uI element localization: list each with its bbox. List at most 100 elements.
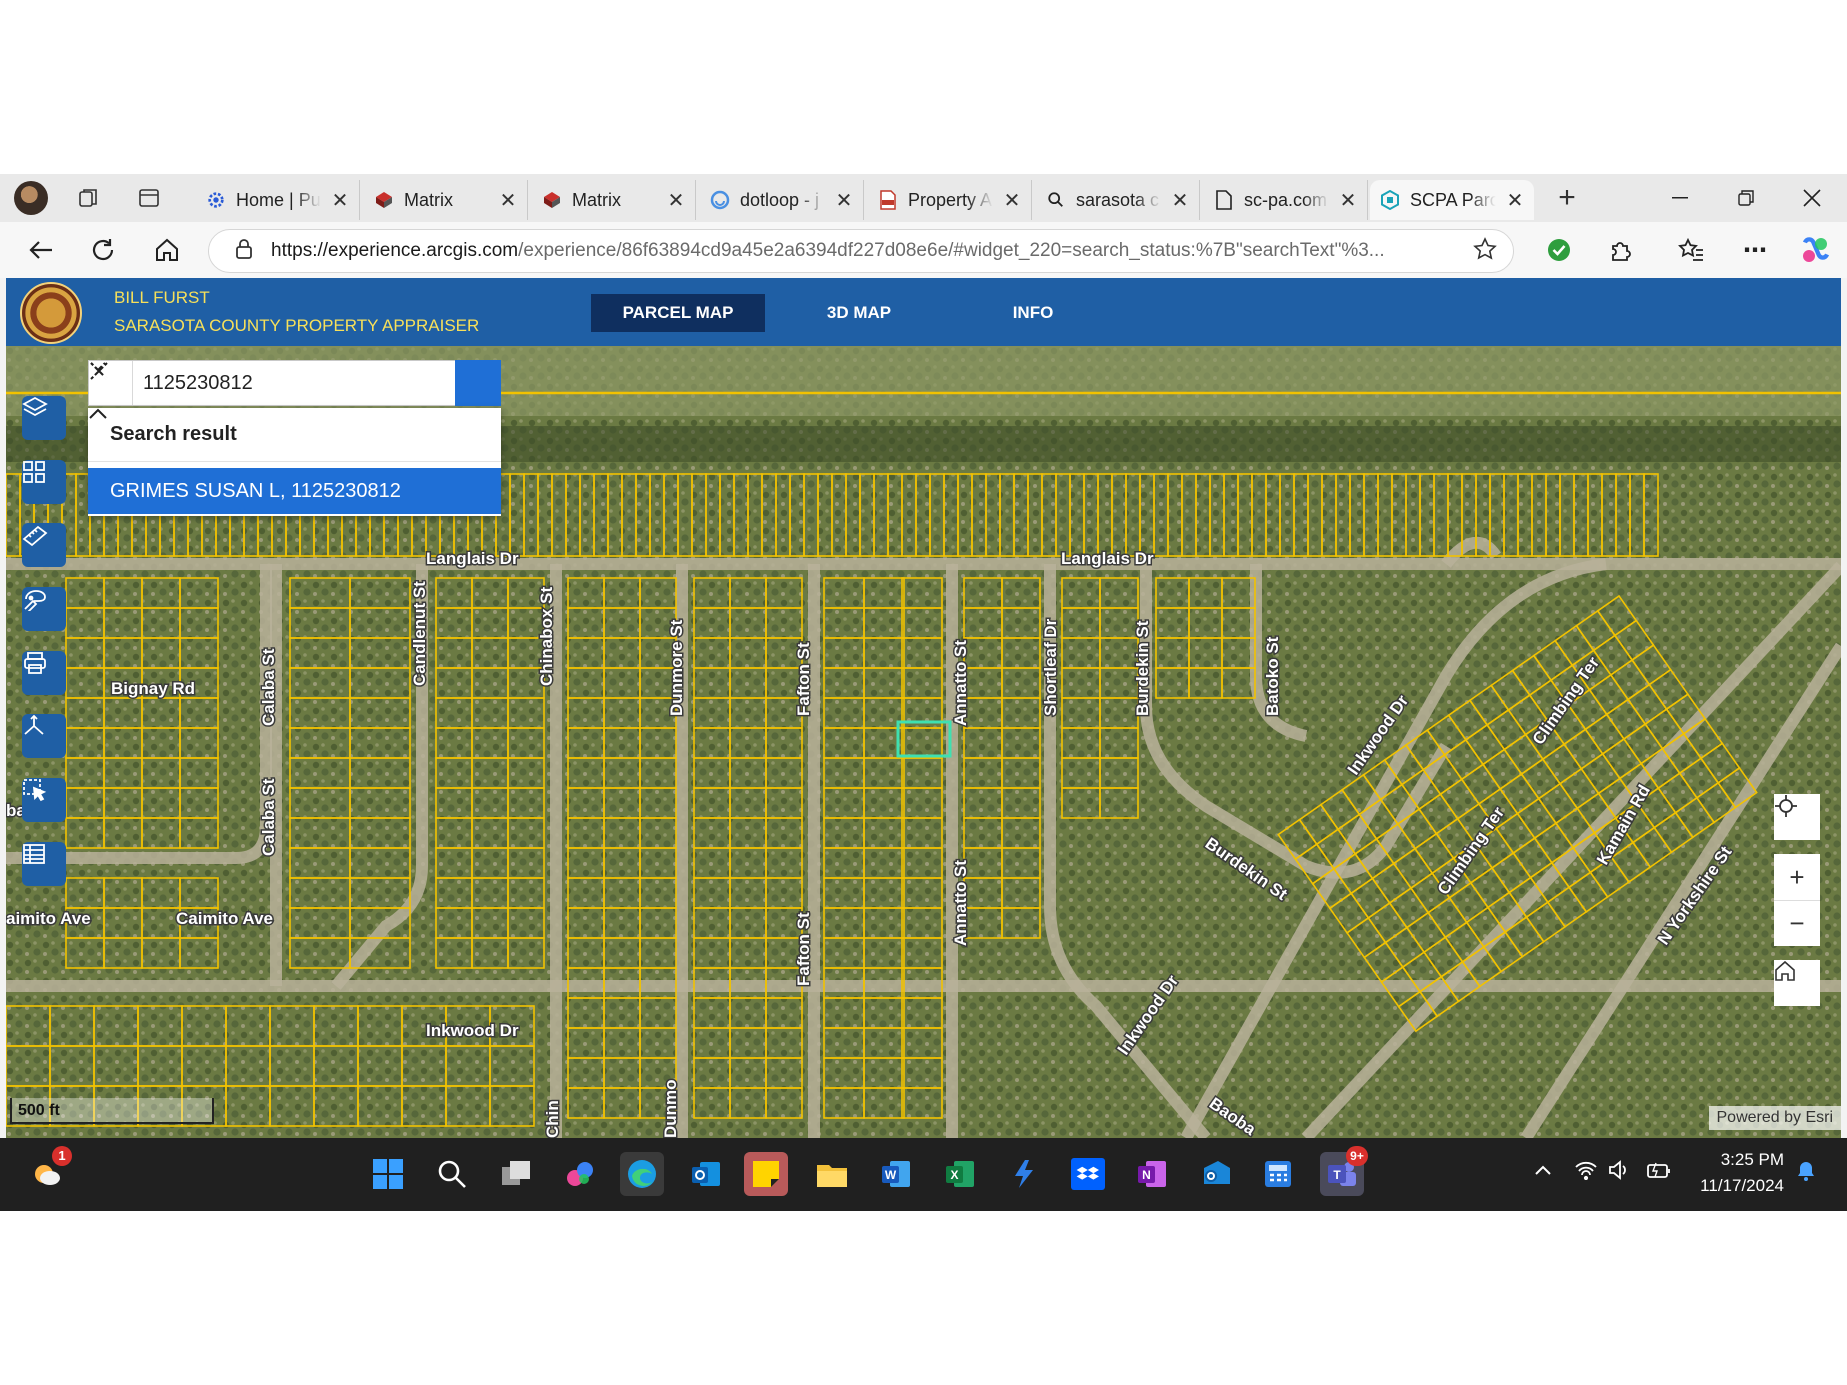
tab-scpa-parcel[interactable]: SCPA Parc ✕ xyxy=(1370,180,1534,220)
url-domain: https://experience.arcgis.com xyxy=(271,240,519,261)
copilot-icon[interactable] xyxy=(1796,232,1834,268)
street-label: Dunmo xyxy=(661,1079,680,1138)
street-label: Burdekin St xyxy=(1133,620,1152,716)
teams-icon[interactable]: T 9+ xyxy=(1320,1146,1368,1196)
back-icon[interactable] xyxy=(22,232,60,268)
default-extent-home-icon[interactable] xyxy=(1774,960,1820,1006)
onenote-icon[interactable]: N xyxy=(1130,1152,1174,1196)
battery-icon[interactable] xyxy=(1646,1160,1672,1185)
tab-info[interactable]: INFO xyxy=(946,294,1120,332)
search-icon xyxy=(1046,190,1066,210)
tab-home[interactable]: Home | Pu ✕ xyxy=(196,180,360,220)
outlook-icon[interactable] xyxy=(684,1152,728,1196)
layers-icon[interactable] xyxy=(22,396,66,440)
measure-icon[interactable] xyxy=(22,523,66,567)
task-view-icon[interactable] xyxy=(494,1152,538,1196)
weather-widget-icon[interactable]: 1 xyxy=(26,1146,72,1196)
copilot-app-icon[interactable] xyxy=(558,1152,602,1196)
outlook-new-icon[interactable] xyxy=(1194,1152,1238,1196)
lock-icon[interactable] xyxy=(235,238,253,265)
search-results-header[interactable]: Search result xyxy=(88,408,501,462)
taskbar-search-icon[interactable] xyxy=(430,1152,474,1196)
close-tab-icon[interactable]: ✕ xyxy=(835,188,853,213)
esri-attribution[interactable]: Powered by Esri xyxy=(1708,1106,1841,1130)
close-tab-icon[interactable]: ✕ xyxy=(1171,188,1189,213)
address-bar[interactable]: https://experience.arcgis.com/experience… xyxy=(208,229,1514,273)
zoom-in-button[interactable]: + xyxy=(1774,854,1820,900)
search-result-item[interactable]: GRIMES SUSAN L, 1125230812 xyxy=(88,468,501,514)
show-hidden-icons[interactable] xyxy=(1534,1160,1552,1181)
street-label: Langlais Dr xyxy=(1061,549,1154,568)
new-tab-icon[interactable]: + xyxy=(1550,181,1584,214)
favorite-star-icon[interactable] xyxy=(1473,236,1497,266)
clock-time[interactable]: 3:25 PM xyxy=(1690,1150,1784,1170)
close-tab-icon[interactable]: ✕ xyxy=(1003,188,1021,213)
street-label: Shortleaf Dr xyxy=(1041,618,1060,716)
tab-matrix-2[interactable]: Matrix ✕ xyxy=(532,180,696,220)
tab-dotloop[interactable]: dotloop - j ✕ xyxy=(700,180,864,220)
calculator-app-icon[interactable] xyxy=(1256,1152,1300,1196)
tab-sc-pa[interactable]: sc-pa.com ✕ xyxy=(1204,180,1368,220)
browser-toolbar: https://experience.arcgis.com/experience… xyxy=(0,222,1847,278)
volume-icon[interactable] xyxy=(1608,1160,1630,1185)
select-tool-icon[interactable] xyxy=(22,778,66,822)
close-tab-icon[interactable]: ✕ xyxy=(667,188,685,213)
attribute-table-icon[interactable] xyxy=(22,842,66,886)
clock-date[interactable]: 11/17/2024 xyxy=(1690,1176,1784,1196)
svg-text:W: W xyxy=(885,1168,897,1182)
svg-text:T: T xyxy=(1333,1168,1341,1182)
close-window-icon[interactable] xyxy=(1782,180,1842,216)
favorites-icon[interactable] xyxy=(1672,232,1710,268)
file-explorer-icon[interactable] xyxy=(810,1152,854,1196)
wifi-icon[interactable] xyxy=(1574,1160,1598,1185)
start-icon[interactable] xyxy=(366,1152,410,1196)
excel-icon[interactable]: X xyxy=(938,1152,982,1196)
screen: Home | Pu ✕ Matrix ✕ Matrix ✕ dotloop - … xyxy=(0,174,1847,1211)
search-input[interactable] xyxy=(133,361,409,405)
minimize-icon[interactable] xyxy=(1650,180,1710,216)
sticky-notes-icon[interactable] xyxy=(744,1152,788,1196)
edge-browser-icon[interactable] xyxy=(620,1152,664,1196)
locate-icon[interactable] xyxy=(1774,794,1820,840)
vertical-tabs-icon[interactable] xyxy=(132,182,166,214)
street-label: Batoko St xyxy=(1263,636,1282,716)
close-tab-icon[interactable]: ✕ xyxy=(331,188,349,213)
dropbox-icon[interactable] xyxy=(1066,1152,1110,1196)
tab-title: dotloop - j xyxy=(740,189,820,210)
browser-tab-strip: Home | Pu ✕ Matrix ✕ Matrix ✕ dotloop - … xyxy=(0,174,1847,222)
coordinates-icon[interactable] xyxy=(22,714,66,758)
tab-parcel-map[interactable]: PARCEL MAP xyxy=(591,294,765,332)
print-icon[interactable] xyxy=(22,651,66,695)
profile-avatar[interactable] xyxy=(14,181,48,215)
workspaces-icon[interactable] xyxy=(72,182,106,214)
street-label: Caimito Ave xyxy=(176,909,273,928)
svg-text:X: X xyxy=(950,1168,958,1182)
parcel-map[interactable]: Langlais Dr Langlais Dr Bignay Rd Calaba St… xyxy=(6,346,1841,1138)
clear-search-icon[interactable] xyxy=(90,361,455,405)
close-tab-icon[interactable]: ✕ xyxy=(1339,188,1357,213)
draw-sketch-icon[interactable] xyxy=(22,587,66,631)
tab-3d-map[interactable]: 3D MAP xyxy=(772,294,946,332)
notifications-bell-icon[interactable] xyxy=(1796,1160,1816,1187)
close-tab-icon[interactable]: ✕ xyxy=(499,188,517,213)
power-automate-icon[interactable] xyxy=(1002,1152,1046,1196)
zoom-out-button[interactable]: − xyxy=(1774,900,1820,946)
tab-property[interactable]: Property A ✕ xyxy=(868,180,1032,220)
word-icon[interactable]: W xyxy=(874,1152,918,1196)
basemap-gallery-icon[interactable] xyxy=(22,460,66,504)
home-icon[interactable] xyxy=(148,232,186,268)
street-label: Annatto St xyxy=(951,640,970,726)
search-button[interactable] xyxy=(90,360,501,406)
url-text[interactable]: https://experience.arcgis.com/experience… xyxy=(271,240,1473,262)
tab-matrix-1[interactable]: Matrix ✕ xyxy=(364,180,528,220)
more-menu-icon[interactable]: ⋯ xyxy=(1736,232,1774,268)
extensions-icon[interactable] xyxy=(1602,232,1640,268)
street-label: Calaba St xyxy=(259,648,278,726)
restore-icon[interactable] xyxy=(1716,180,1776,216)
street-label: Chin xyxy=(543,1100,562,1138)
security-check-icon[interactable] xyxy=(1540,232,1578,268)
app-header: BILL FURST SARASOTA COUNTY PROPERTY APPR… xyxy=(6,278,1841,346)
reload-icon[interactable] xyxy=(84,232,122,268)
close-tab-icon[interactable]: ✕ xyxy=(1506,188,1524,213)
tab-search[interactable]: sarasota c ✕ xyxy=(1036,180,1200,220)
